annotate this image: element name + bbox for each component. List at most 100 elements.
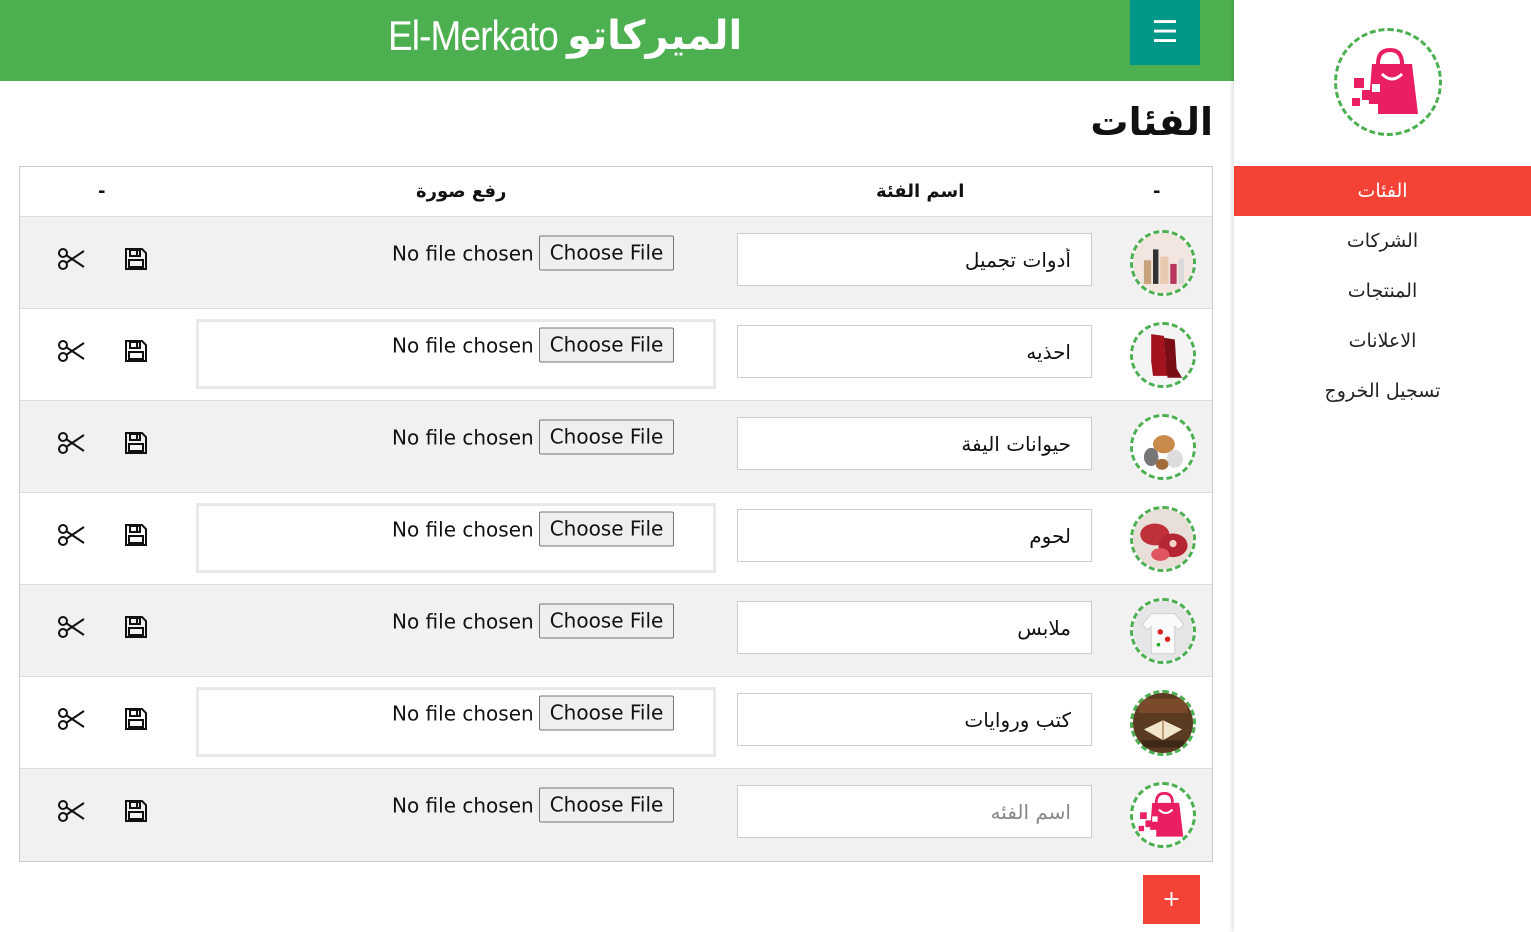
choose-file-button[interactable]: Choose File — [538, 511, 675, 547]
choose-file-button[interactable]: Choose File — [538, 327, 675, 363]
category-thumbnail — [1130, 230, 1196, 296]
sidebar-item-products[interactable]: المنتجات — [1234, 266, 1531, 316]
save-button[interactable] — [118, 793, 154, 829]
category-name-input[interactable] — [737, 417, 1092, 470]
table-row: Choose File No file chosen — [20, 401, 1212, 493]
table-row: Choose File No file chosen — [20, 585, 1212, 677]
save-button[interactable] — [118, 517, 154, 553]
scissors-icon — [58, 248, 85, 270]
floppy-disk-icon — [125, 340, 147, 362]
header-upload: رفع صورة — [416, 181, 507, 202]
save-button[interactable] — [118, 333, 154, 369]
choose-file-button[interactable]: Choose File — [538, 603, 675, 639]
sidebar-item-companies[interactable]: الشركات — [1234, 216, 1531, 266]
brand-latin: El-Merkato — [388, 12, 559, 59]
category-thumbnail — [1130, 506, 1196, 572]
add-category-button[interactable]: + — [1143, 875, 1200, 924]
file-status: No file chosen — [392, 517, 534, 541]
delete-button[interactable] — [53, 517, 89, 553]
choose-file-button[interactable]: Choose File — [538, 419, 675, 455]
scissors-icon — [58, 800, 85, 822]
hamburger-icon: ☰ — [1151, 15, 1179, 50]
save-button[interactable] — [118, 701, 154, 737]
table-row: Choose File No file chosen — [20, 309, 1212, 401]
table-row: Choose File No file chosen — [20, 217, 1212, 309]
category-thumbnail — [1130, 690, 1196, 756]
floppy-disk-icon — [125, 432, 147, 454]
file-status: No file chosen — [392, 701, 534, 725]
pets-image — [1133, 417, 1193, 477]
table-row: Choose File No file chosen — [20, 769, 1212, 861]
category-name-input[interactable] — [737, 509, 1092, 562]
delete-button[interactable] — [53, 241, 89, 277]
header-name: اسم الفئة — [876, 181, 965, 202]
scissors-icon — [58, 708, 85, 730]
delete-button[interactable] — [53, 609, 89, 645]
floppy-disk-icon — [125, 616, 147, 638]
header-actions: - — [98, 181, 106, 202]
category-name-input[interactable] — [737, 693, 1092, 746]
file-upload: Choose File No file chosen — [392, 235, 675, 271]
file-upload: Choose File No file chosen — [392, 787, 675, 823]
scissors-icon — [58, 340, 85, 362]
delete-button[interactable] — [53, 793, 89, 829]
page-title: الفئات — [1090, 100, 1213, 144]
floppy-disk-icon — [125, 708, 147, 730]
category-thumbnail — [1130, 414, 1196, 480]
categories-table: - اسم الفئة رفع صورة - Choose File No fi… — [19, 166, 1213, 862]
save-button[interactable] — [118, 609, 154, 645]
top-header: El-Merkato الميركاتو ☰ — [0, 0, 1234, 81]
sidebar-item-logout[interactable]: تسجيل الخروج — [1234, 366, 1531, 416]
category-name-input[interactable] — [737, 601, 1092, 654]
choose-file-button[interactable]: Choose File — [538, 235, 675, 271]
floppy-disk-icon — [125, 524, 147, 546]
header-image: - — [1153, 181, 1161, 202]
delete-button[interactable] — [53, 701, 89, 737]
save-button[interactable] — [118, 425, 154, 461]
shopping-bag-logo-icon — [1138, 792, 1184, 837]
file-upload: Choose File No file chosen — [392, 695, 675, 731]
choose-file-button[interactable]: Choose File — [538, 787, 675, 823]
choose-file-button[interactable]: Choose File — [538, 695, 675, 731]
scissors-icon — [58, 432, 85, 454]
category-thumbnail — [1130, 322, 1196, 388]
sidebar-item-ads[interactable]: الاعلانات — [1234, 316, 1531, 366]
sidebar: الفئات الشركات المنتجات الاعلانات تسجيل … — [1234, 0, 1531, 932]
shopping-bag-logo-icon — [1352, 47, 1418, 114]
brand-arabic: الميركاتو — [567, 13, 743, 59]
brand-title: El-Merkato الميركاتو — [388, 8, 742, 64]
scissors-icon — [58, 616, 85, 638]
floppy-disk-icon — [125, 800, 147, 822]
menu-button[interactable]: ☰ — [1130, 0, 1200, 65]
category-thumbnail — [1130, 782, 1196, 848]
books-image — [1133, 693, 1193, 753]
file-upload: Choose File No file chosen — [392, 603, 675, 639]
shoes-image — [1133, 325, 1193, 385]
floppy-disk-icon — [125, 248, 147, 270]
table-row: Choose File No file chosen — [20, 493, 1212, 585]
store-logo[interactable] — [1334, 28, 1442, 136]
file-status: No file chosen — [392, 609, 534, 633]
file-upload: Choose File No file chosen — [392, 511, 675, 547]
file-status: No file chosen — [392, 333, 534, 357]
clothes-image — [1133, 601, 1193, 661]
table-header: - اسم الفئة رفع صورة - — [20, 167, 1212, 217]
file-upload: Choose File No file chosen — [392, 419, 675, 455]
category-thumbnail — [1130, 598, 1196, 664]
cosmetics-image — [1133, 233, 1193, 293]
file-status: No file chosen — [392, 241, 534, 265]
meat-image — [1133, 509, 1193, 569]
file-status: No file chosen — [392, 793, 534, 817]
category-name-input[interactable] — [737, 785, 1092, 838]
delete-button[interactable] — [53, 333, 89, 369]
category-name-input[interactable] — [737, 325, 1092, 378]
sidebar-item-categories[interactable]: الفئات — [1234, 166, 1531, 216]
delete-button[interactable] — [53, 425, 89, 461]
category-name-input[interactable] — [737, 233, 1092, 286]
table-row: Choose File No file chosen — [20, 677, 1212, 769]
scissors-icon — [58, 524, 85, 546]
save-button[interactable] — [118, 241, 154, 277]
file-upload: Choose File No file chosen — [392, 327, 675, 363]
sidebar-nav: الفئات الشركات المنتجات الاعلانات تسجيل … — [1234, 166, 1531, 416]
file-status: No file chosen — [392, 425, 534, 449]
